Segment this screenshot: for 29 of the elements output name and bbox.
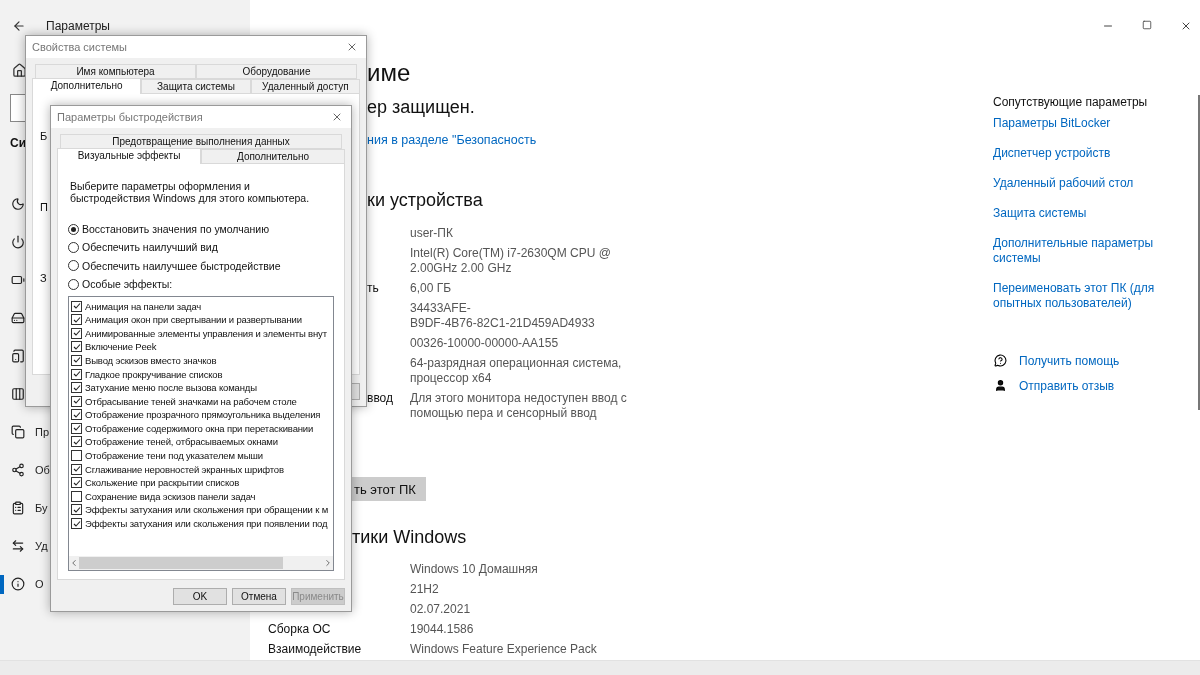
section-title: Си xyxy=(9,136,27,150)
spec-value: 6,00 ГБ xyxy=(410,281,452,296)
spec-value: user-ПК xyxy=(410,226,453,241)
spec-value: 02.07.2021 xyxy=(410,602,471,617)
spec-value: 19044.1586 xyxy=(410,622,474,637)
section-heading: ки устройства xyxy=(367,189,483,212)
spec-value: 21H2 xyxy=(410,582,439,597)
description: Выберите параметры оформления и быстродействия Windows для этого компьютера. xyxy=(70,180,311,204)
group-title: З xyxy=(40,272,47,284)
spec-label: Взаимодействие xyxy=(268,642,362,656)
security-status: ер защищен. xyxy=(367,96,475,119)
dialog-title: Параметры быстродействия xyxy=(57,111,203,123)
spec-label: ть xyxy=(367,281,379,295)
group-title: П xyxy=(40,201,48,213)
spec-value: Windows 10 Домашняя xyxy=(410,562,538,577)
page-heading: име xyxy=(367,58,412,88)
spec-value: Windows Feature Experience Pack xyxy=(410,642,597,657)
section-heading: тики Windows xyxy=(352,526,467,549)
group-title: Б xyxy=(40,130,48,142)
spec-value: 00326-10000-00000-AA155 xyxy=(410,336,559,351)
spec-value: 64-разрядная операционная система, процессор x64 xyxy=(410,356,622,386)
dialog-title: Свойства системы xyxy=(32,41,127,53)
spec-value: Intel(R) Core(TM) i7-2630QM CPU @ 2.00GHz 2.00 GHz xyxy=(410,246,611,276)
related-title: Сопутствующие параметры xyxy=(993,95,1149,109)
spec-value: 34433AFE- B9DF-4B76-82C1-21D459AD4933 xyxy=(410,301,595,331)
spec-value: Для этого монитора недоступен ввод с помощью пера и сенсорный ввод xyxy=(410,391,627,421)
spec-label: ввод xyxy=(367,391,394,405)
spec-label: Сборка ОС xyxy=(268,622,331,636)
app-title: Параметры xyxy=(46,19,110,33)
